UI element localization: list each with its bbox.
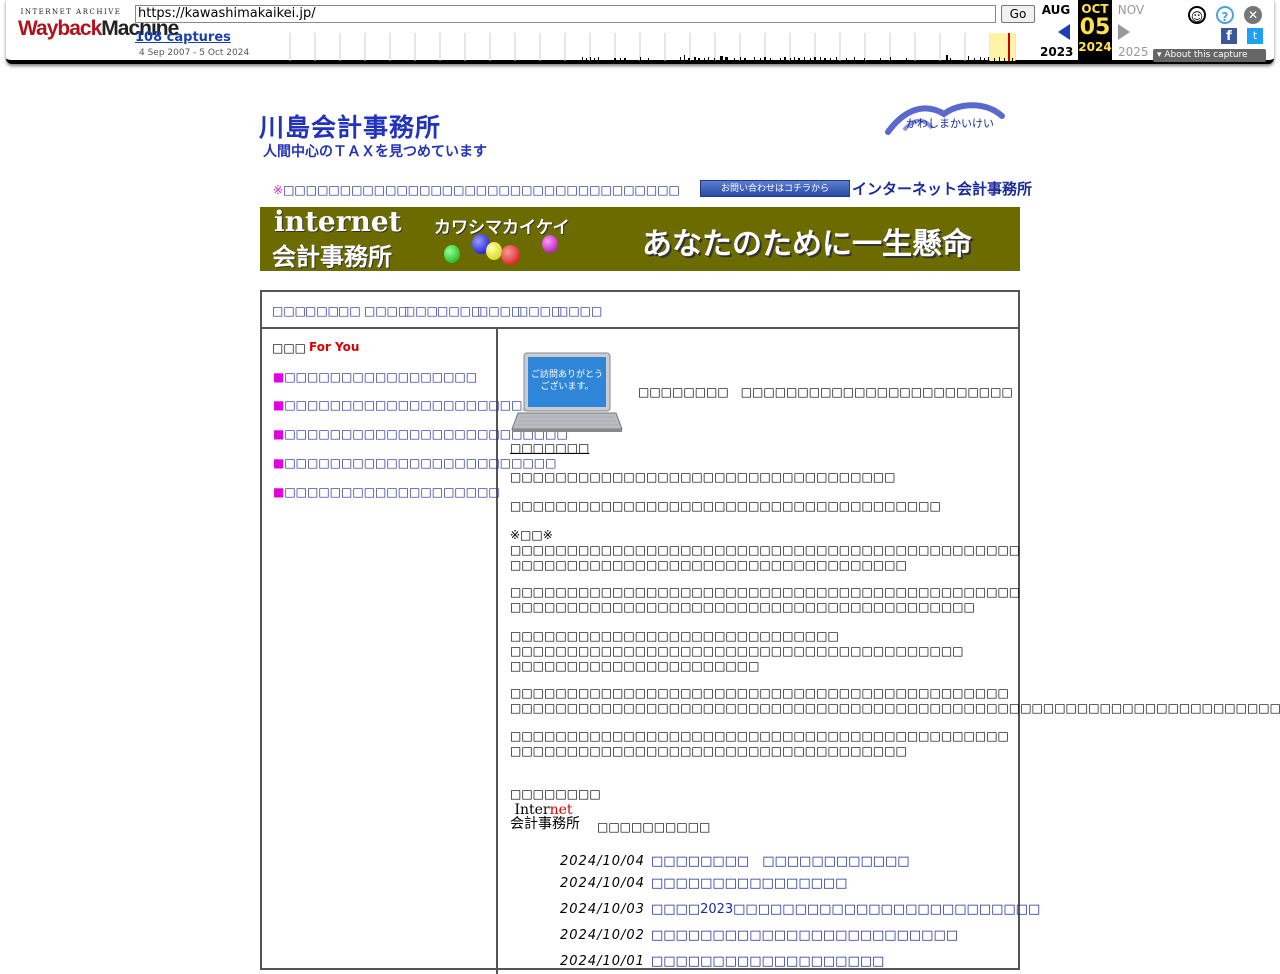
site-tagline: 人間中心のＴＡＸを見つめています — [263, 144, 487, 160]
nav-item-6[interactable]: □□□□ — [437, 304, 482, 318]
site-title: 川島会計事務所 — [259, 113, 442, 142]
news-title[interactable]: □□□□□□□□□□□□□□□□ — [651, 876, 848, 891]
paragraph-1: □□□□□□□□□□□□□□□□□□□□□□□□□□□□□□□□□□ — [510, 470, 896, 484]
nav-item-7[interactable]: □□□□ — [477, 304, 522, 318]
notice-mark: ※ — [273, 183, 284, 197]
prev-arrow-icon[interactable] — [1058, 24, 1070, 40]
paragraph-3: ※□□※ □□□□□□□□□□□□□□□□□□□□□□□□□□□□□□□□□□□… — [510, 528, 1021, 572]
twitter-icon[interactable]: t — [1247, 28, 1263, 44]
sidebar-for-you: For You — [309, 340, 360, 354]
prev-year[interactable]: 2023 — [1040, 45, 1073, 59]
wayback-logo-wayback: Wayback — [18, 17, 102, 40]
about-capture-button[interactable]: ▾ About this capture — [1153, 49, 1266, 62]
url-input[interactable]: https://kawashimakaikei.jp/ — [135, 5, 996, 23]
current-day: 05 — [1079, 15, 1111, 40]
main-content: ご訪問ありがとう ございます。 □□□□□□□□ □□□□□□□□□□□□□□□… — [500, 329, 1280, 974]
sidebar: □□□ For You ■□□□□□□□□□□□□□□□□□ ■□□□□□□□□… — [262, 329, 568, 974]
svg-text:ございます。: ございます。 — [540, 380, 593, 392]
net-after-text: □□□□□□□□□□ — [597, 820, 711, 834]
paragraph-5: □□□□□□□□□□□□□□□□□□□□□□□□□□□□□ □□□□□□□□□□… — [510, 629, 964, 673]
capture-range: 4 Sep 2007 - 5 Oct 2024 — [139, 48, 250, 58]
help-icon[interactable]: ? — [1216, 6, 1234, 24]
sidebar-item-5[interactable]: ■□□□□□□□□□□□□□□□□□□□ — [273, 485, 500, 499]
capture-sparkline[interactable] — [284, 33, 1034, 61]
site-logo-text: かわしまかいけい — [906, 117, 994, 130]
sidebar-heading: □□□ — [272, 341, 307, 355]
balloon-red — [501, 245, 520, 265]
notice-link[interactable]: ※□□□□□□□□□□□□□□□□□□□□□□□□□□□□□□□□□□□ — [273, 183, 680, 197]
news-item[interactable]: 2024/10/01 □□□□□□□□□□□□□□□□□□□ — [560, 954, 884, 969]
wayback-toolbar: INTERNET ARCHIVE WaybackMachine https://… — [6, 0, 1274, 64]
welcome-text: □□□□□□□□ □□□□□□□□□□□□□□□□□□□□□□□□ — [638, 385, 1013, 399]
next-arrow-icon[interactable] — [1118, 24, 1130, 40]
sidebar-item-label: □□□□□□□□□□□□□□□□□ — [284, 370, 478, 384]
internet-office-logo: Internet 会計事務所 — [510, 803, 580, 831]
news-item[interactable]: 2024/10/02 □□□□□□□□□□□□□□□□□□□□□□□□□ — [560, 928, 958, 943]
nav-item-1[interactable]: □□□ — [272, 304, 306, 318]
current-capture-date: OCT 05 2024 — [1078, 0, 1112, 62]
news-title[interactable]: □□□□□□□□□□□□□□□□□□□ — [651, 954, 884, 969]
next-month[interactable]: NOV — [1114, 3, 1148, 17]
contact-label[interactable]: インターネット会計事務所 — [852, 178, 1032, 199]
about-capture-label: About this capture — [1164, 50, 1248, 60]
laptop-image: ご訪問ありがとう ございます。 — [511, 352, 623, 432]
banner-office: 会計事務所 — [272, 242, 392, 271]
sign-pre: □□□□□□□□ — [510, 787, 601, 801]
news-title[interactable]: □□□□□□□□ □□□□□□□□□□□□ — [651, 854, 910, 869]
news-title[interactable]: □□□□□□□□□□□□□□□□□□□□□□□□□ — [651, 928, 958, 943]
nav-item-5[interactable]: □□□ — [404, 304, 438, 318]
notice-text: □□□□□□□□□□□□□□□□□□□□□□□□□□□□□□□□□□□ — [283, 183, 680, 197]
news-item[interactable]: 2024/10/04 □□□□□□□□□□□□□□□□ — [560, 876, 847, 891]
net-logo-office: 会計事務所 — [510, 816, 580, 832]
captures-link[interactable]: 108 captures — [135, 30, 231, 45]
close-icon[interactable]: ✕ — [1244, 6, 1262, 24]
news-date: 2024/10/03 — [560, 902, 645, 917]
nav-item-2[interactable]: □□□ — [305, 304, 339, 318]
current-year: 2024 — [1078, 40, 1112, 54]
prev-month[interactable]: AUG — [1039, 3, 1073, 17]
paragraph-7: □□□□□□□□□□□□□□□□□□□□□□□□□□□□□□□□□□□□□□□□… — [510, 729, 1009, 758]
main-heading: □□□□□□□ — [510, 441, 590, 455]
next-year[interactable]: 2025 — [1118, 45, 1149, 59]
banner-slogan: あなたのために一生懸命 — [642, 227, 972, 262]
paragraph-2: □□□□□□□□□□□□□□□□□□□□□□□□□□□□□□□□□□□□□□ — [510, 499, 941, 513]
sidebar-item-label: □□□□□□□□□□□□□□□□□□□ — [284, 485, 500, 499]
news-date: 2024/10/04 — [560, 854, 645, 869]
balloon-purple — [542, 235, 558, 253]
paragraph-6: □□□□□□□□□□□□□□□□□□□□□□□□□□□□□□□□□□□□□□□□… — [510, 686, 1280, 715]
balloon-green — [444, 245, 460, 263]
current-month: OCT — [1081, 2, 1109, 16]
facebook-icon[interactable]: f — [1221, 28, 1237, 44]
news-item[interactable]: 2024/10/04 □□□□□□□□ □□□□□□□□□□□□ — [560, 850, 910, 869]
user-icon[interactable]: ☺ — [1188, 6, 1206, 24]
banner: internet 会計事務所 カワシマカイケイ あなたのために一生懸命 — [260, 207, 1020, 271]
go-button[interactable]: Go — [1001, 5, 1035, 23]
news-date: 2024/10/01 — [560, 954, 645, 969]
nav-item-4[interactable]: □□□□ — [364, 304, 409, 318]
nav-item-3[interactable]: □□ — [338, 304, 361, 318]
contact-button[interactable]: お問い合わせはコチラから — [700, 180, 850, 197]
news-date: 2024/10/02 — [560, 928, 645, 943]
main-nav: □□□ □□□ □□ □□□□ □□□ □□□□ □□□□ □□□□ □□□□ — [262, 292, 1018, 329]
news-title[interactable]: □□□□2023□□□□□□□□□□□□□□□□□□□□□□□□□ — [651, 902, 1040, 917]
paragraph-4: □□□□□□□□□□□□□□□□□□□□□□□□□□□□□□□□□□□□□□□□… — [510, 585, 1021, 614]
balloon-yellow — [486, 242, 502, 260]
content-frame: □□□ □□□ □□ □□□□ □□□ □□□□ □□□□ □□□□ □□□□ … — [260, 290, 1280, 974]
banner-internet: internet — [274, 207, 402, 238]
wayback-logo-top: INTERNET ARCHIVE — [20, 8, 122, 16]
nav-item-8[interactable]: □□□□ — [517, 304, 562, 318]
nav-item-9[interactable]: □□□□ — [557, 304, 602, 318]
news-item[interactable]: 2024/10/03 □□□□2023□□□□□□□□□□□□□□□□□□□□□□… — [560, 902, 1040, 917]
sidebar-item-1[interactable]: ■□□□□□□□□□□□□□□□□□ — [273, 370, 477, 384]
wayback-logo[interactable]: INTERNET ARCHIVE WaybackMachine — [18, 8, 179, 50]
site-logo[interactable]: かわしまかいけい — [884, 100, 1006, 140]
svg-text:ご訪問ありがとう: ご訪問ありがとう — [531, 368, 603, 380]
news-date: 2024/10/04 — [560, 876, 645, 891]
